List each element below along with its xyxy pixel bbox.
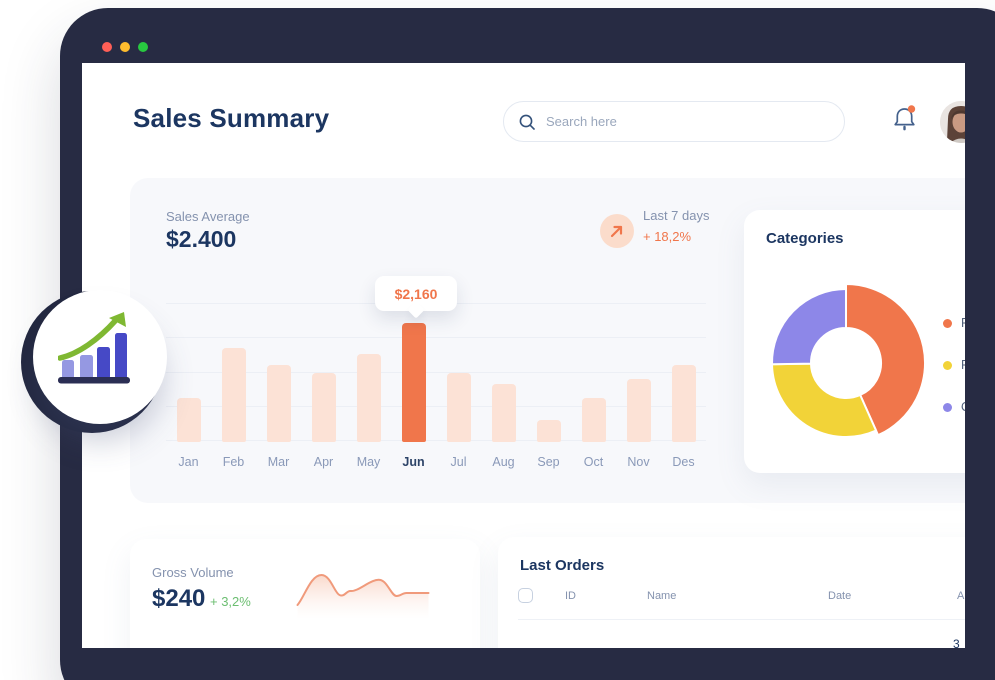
bar-jun[interactable] <box>402 323 426 442</box>
window-controls <box>102 42 148 52</box>
bar-tooltip: $2,160 <box>375 276 457 311</box>
legend-label: Pr <box>961 358 965 372</box>
bar-nov[interactable] <box>627 379 651 442</box>
growth-chart-logo-badge <box>33 290 167 424</box>
month-label: Jan <box>166 455 211 469</box>
gross-volume-label: Gross Volume <box>152 565 234 580</box>
bar-column[interactable] <box>301 303 346 442</box>
bar-column[interactable] <box>211 303 256 442</box>
month-label: Feb <box>211 455 256 469</box>
bar-sep[interactable] <box>537 420 561 442</box>
bar-des[interactable] <box>672 365 696 442</box>
orders-row-partial-cell: 3 <box>953 637 960 648</box>
bar-oct[interactable] <box>582 398 606 442</box>
sales-bar-chart <box>166 303 706 442</box>
month-label: Apr <box>301 455 346 469</box>
minimize-window-button[interactable] <box>120 42 130 52</box>
legend-label: Fu <box>961 316 965 330</box>
screenshot-canvas: Sales Summary <box>0 0 995 680</box>
trend-up-icon <box>600 214 634 248</box>
legend-dot <box>943 361 952 370</box>
search-bar[interactable] <box>503 101 845 142</box>
bar-column[interactable] <box>526 303 571 442</box>
legend-item: Pr <box>943 358 965 372</box>
bar-aug[interactable] <box>492 384 516 442</box>
bar-tooltip-value: $2,160 <box>395 286 438 302</box>
orders-header-divider <box>518 619 965 620</box>
dashboard-page: Sales Summary <box>82 63 965 648</box>
month-label: Jun <box>391 455 436 469</box>
gross-volume-sparkline <box>296 567 430 619</box>
page-title: Sales Summary <box>133 103 329 134</box>
month-label: Jul <box>436 455 481 469</box>
search-input[interactable] <box>546 114 830 129</box>
sales-average-value: $2.400 <box>166 226 236 253</box>
notification-bell-icon[interactable] <box>891 104 918 135</box>
bar-feb[interactable] <box>222 348 246 442</box>
bar-column[interactable] <box>436 303 481 442</box>
browser-frame: Sales Summary <box>60 8 995 680</box>
select-all-checkbox[interactable] <box>518 588 533 603</box>
month-label: Aug <box>481 455 526 469</box>
gross-volume-card: Gross Volume $240 + 3,2% <box>130 539 480 648</box>
search-icon <box>518 113 536 131</box>
column-header-am: Am <box>957 590 965 602</box>
bar-column[interactable] <box>256 303 301 442</box>
month-label: Sep <box>526 455 571 469</box>
sales-average-label: Sales Average <box>166 209 250 224</box>
bar-column[interactable] <box>391 303 436 442</box>
last-orders-card: Last Orders ID Name Date Am 3 <box>498 537 965 648</box>
bar-chart-bars <box>166 303 706 442</box>
trend-change-value: + 18,2% <box>643 229 691 244</box>
month-label: May <box>346 455 391 469</box>
column-header-name: Name <box>647 590 676 602</box>
legend-dot <box>943 319 952 328</box>
bar-column[interactable] <box>661 303 706 442</box>
month-label: Mar <box>256 455 301 469</box>
bar-column[interactable] <box>616 303 661 442</box>
last-orders-title: Last Orders <box>520 557 604 574</box>
bar-mar[interactable] <box>267 365 291 442</box>
categories-legend: Fu Pr O <box>943 316 965 414</box>
categories-card: Categories Fu Pr O <box>744 210 965 473</box>
bar-apr[interactable] <box>312 373 336 442</box>
month-label: Des <box>661 455 706 469</box>
bar-jul[interactable] <box>447 373 471 442</box>
legend-item: O <box>943 400 965 414</box>
categories-donut-chart <box>761 278 931 448</box>
legend-label: O <box>961 400 965 414</box>
categories-title: Categories <box>766 230 844 247</box>
bar-jan[interactable] <box>177 398 201 442</box>
gross-volume-change: + 3,2% <box>210 594 251 609</box>
maximize-window-button[interactable] <box>138 42 148 52</box>
bar-chart-months: JanFebMarAprMayJunJulAugSepOctNovDes <box>166 455 706 469</box>
column-header-date: Date <box>828 590 851 602</box>
legend-item: Fu <box>943 316 965 330</box>
gross-volume-value: $240 <box>152 585 205 613</box>
bar-may[interactable] <box>357 354 381 442</box>
column-header-id: ID <box>565 590 576 602</box>
user-avatar[interactable] <box>940 101 965 143</box>
trend-period-label: Last 7 days <box>643 208 710 223</box>
bar-column[interactable] <box>166 303 211 442</box>
bar-column[interactable] <box>346 303 391 442</box>
month-label: Nov <box>616 455 661 469</box>
close-window-button[interactable] <box>102 42 112 52</box>
bar-column[interactable] <box>481 303 526 442</box>
notification-dot <box>908 105 915 112</box>
orders-header-row: ID Name Date Am <box>518 587 965 607</box>
legend-dot <box>943 403 952 412</box>
growth-bar-chart-icon <box>58 310 132 384</box>
bar-column[interactable] <box>571 303 616 442</box>
month-label: Oct <box>571 455 616 469</box>
